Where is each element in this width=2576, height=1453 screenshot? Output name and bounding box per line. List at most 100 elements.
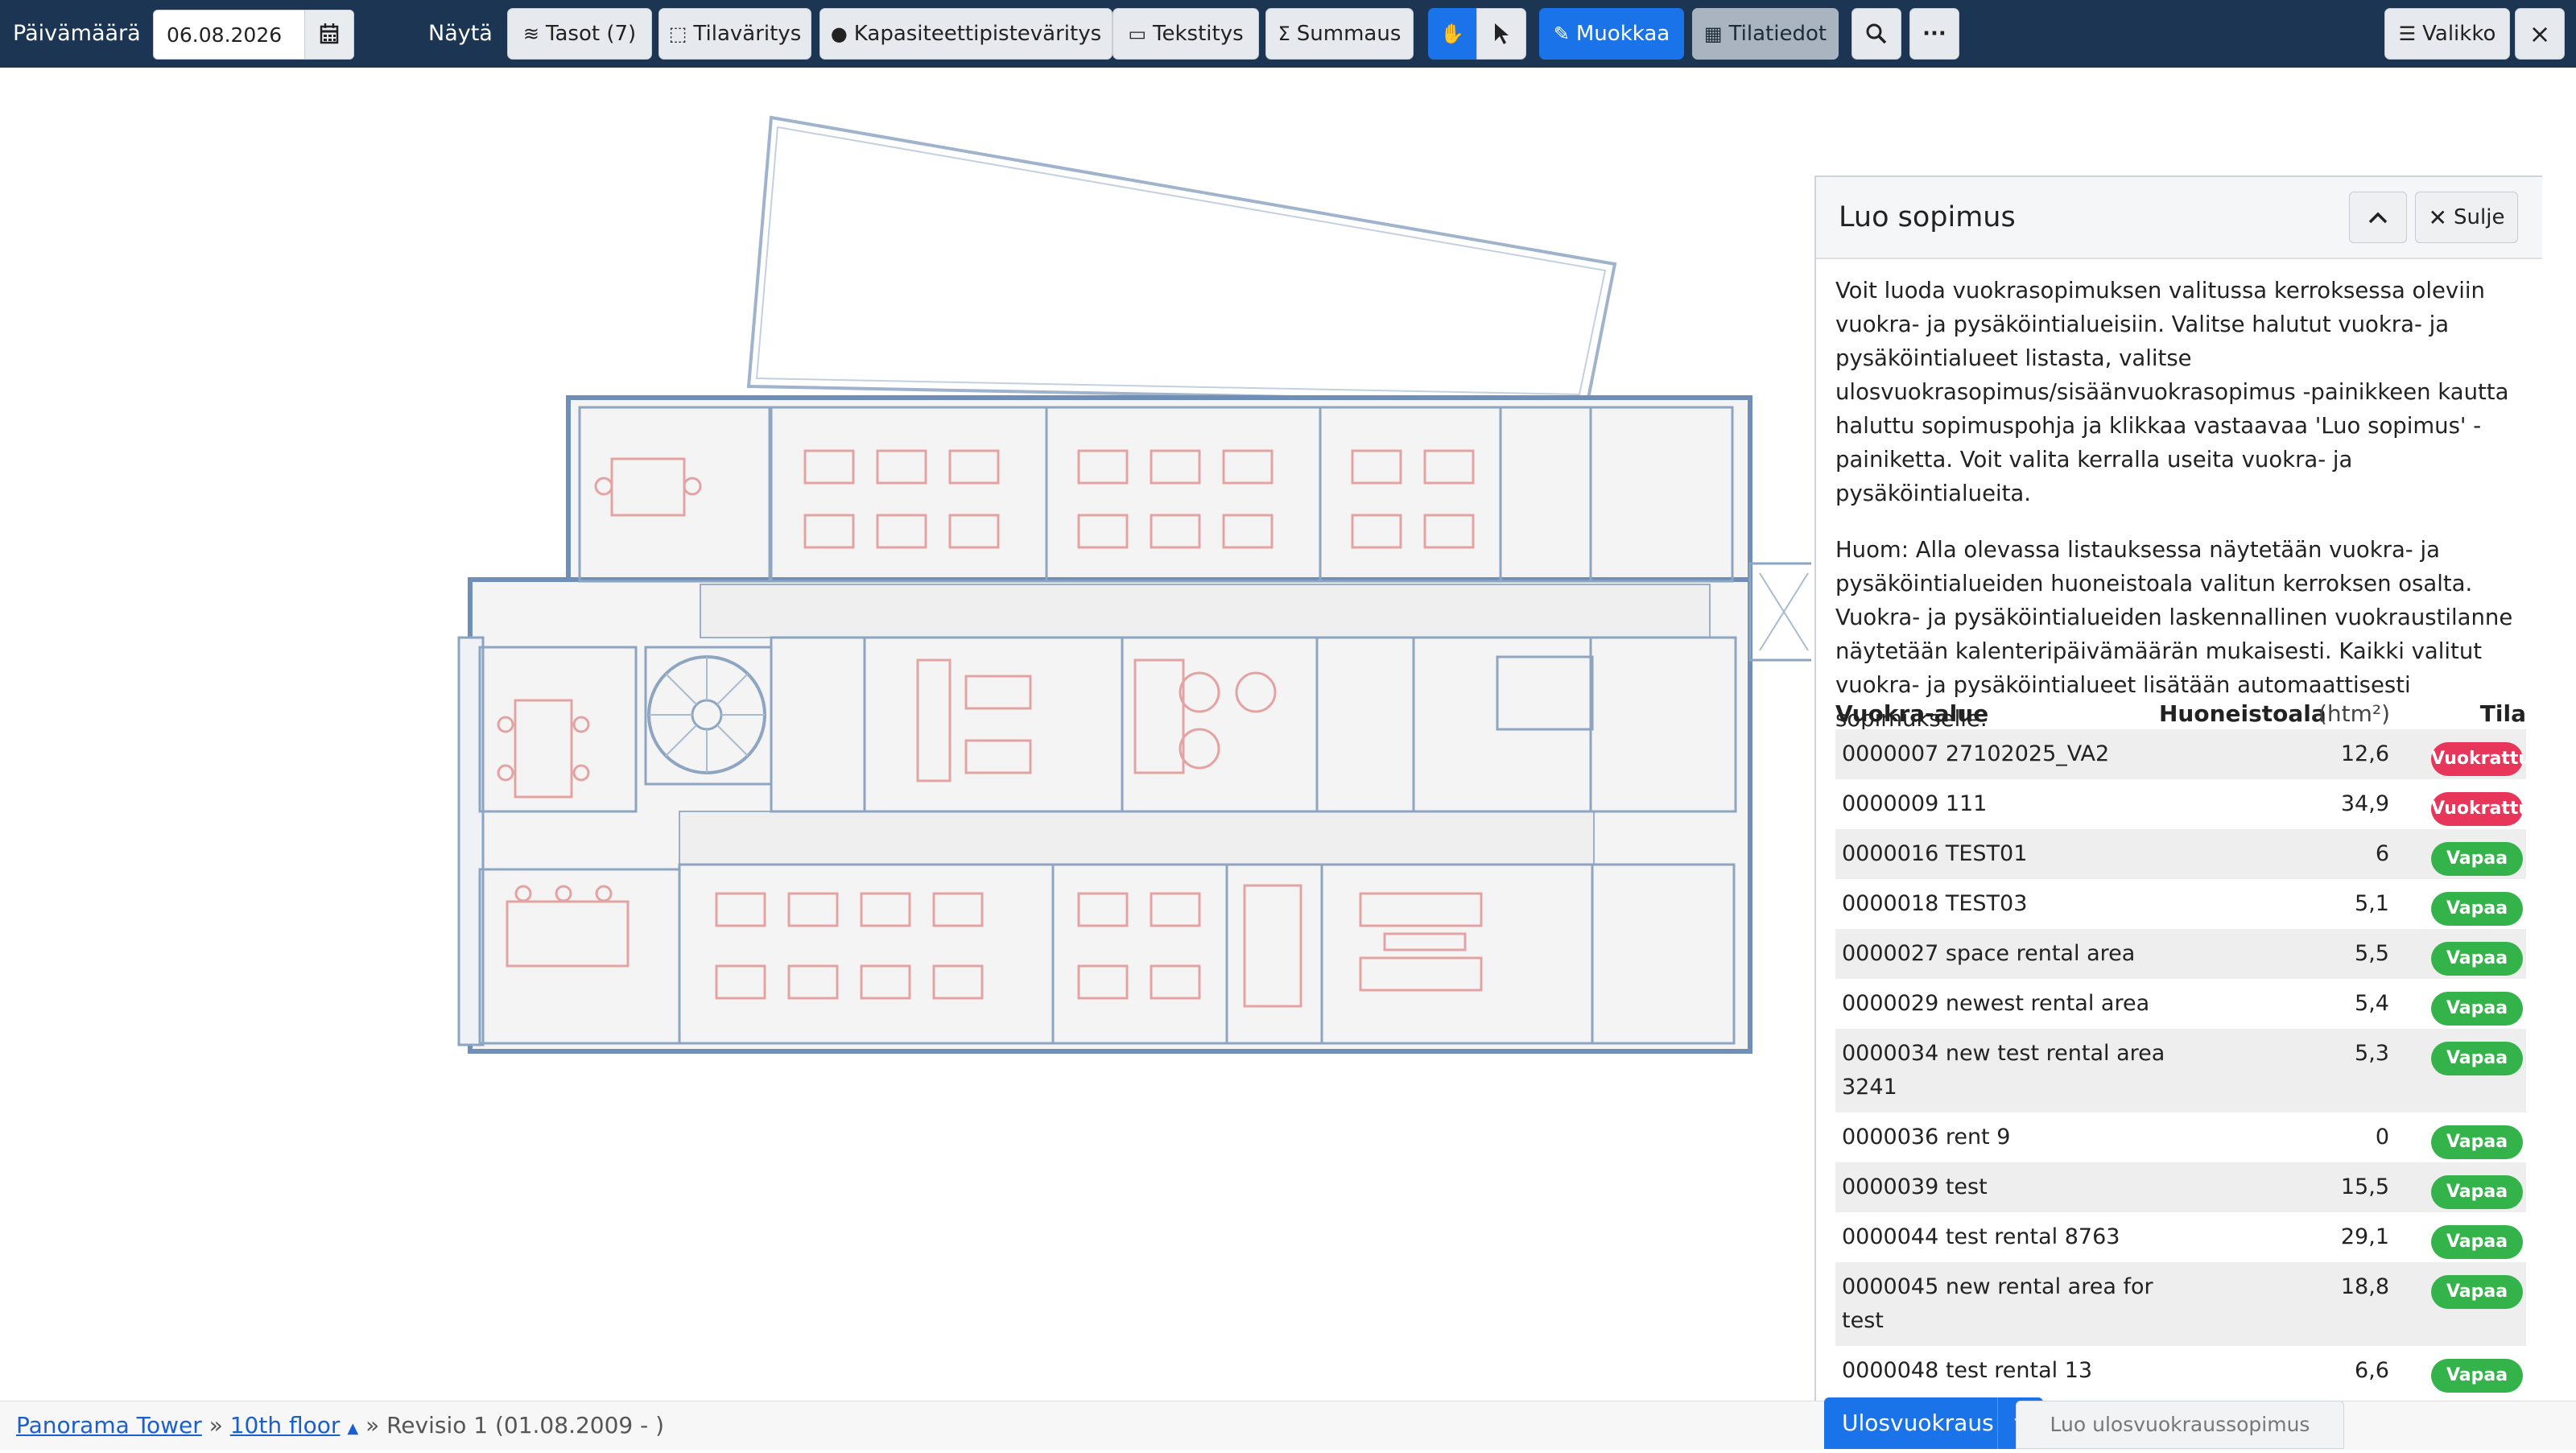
row-area-size: 5,4 (2355, 991, 2389, 1016)
caret-up-icon[interactable]: ▲ (347, 1420, 358, 1437)
status-badge: Vapaa (2431, 1359, 2523, 1393)
table-row[interactable]: 0000007 27102025_VA2 12,6 Vuokrattu (1835, 729, 2531, 779)
chevron-up-icon (2368, 212, 2388, 224)
row-area-name: 0000034 new test rental area 3241 (1842, 1041, 2165, 1100)
labeling-button[interactable]: ▭ Tekstitys (1113, 8, 1259, 60)
space-coloring-button[interactable]: ⬚ Tilaväritys (658, 8, 811, 60)
labeling-label: Tekstitys (1153, 22, 1244, 46)
table-row[interactable]: 0000029 newest rental area 5,4 Vapaa (1835, 979, 2526, 1029)
create-lease-out-label: Luo ulosvuokraussopimus (2050, 1413, 2310, 1436)
circle-icon: ● (830, 23, 848, 45)
table-row[interactable]: 0000036 rent 9 0 Vapaa (1835, 1112, 2526, 1162)
terrace-outline (746, 115, 1617, 405)
table-header: Vuokra-alue Huoneistoala (htm²) Tila (1835, 694, 2526, 734)
pencil-icon: ✎ (1553, 23, 1570, 45)
close-panel-button[interactable]: ✕ Sulje (2415, 192, 2518, 243)
table-row[interactable]: 0000016 TEST01 6 Vapaa (1835, 829, 2526, 879)
breadcrumb-revision: » Revisio 1 (01.08.2009 - ) (365, 1412, 665, 1439)
col-size: Huoneistoala (2159, 700, 2326, 727)
row-area-name: 0000027 space rental area (1842, 941, 2136, 966)
table-row[interactable]: 0000027 space rental area 5,5 Vapaa (1835, 929, 2526, 979)
panel-title: Luo sopimus (1839, 201, 2016, 233)
right-annex (1748, 562, 1811, 662)
hamburger-icon: ☰ (2398, 23, 2417, 45)
status-badge: Vapaa (2431, 992, 2523, 1026)
row-area-size: 5,1 (2355, 891, 2389, 916)
edit-button[interactable]: ✎ Muokkaa (1539, 8, 1684, 60)
row-area-name: 0000016 TEST01 (1842, 841, 2028, 866)
search-button[interactable] (1852, 8, 1901, 60)
row-area-name: 0000009 111 (1842, 791, 1988, 816)
date-value: 06.08.2026 (167, 23, 283, 47)
close-app-button[interactable]: × (2515, 8, 2565, 60)
status-badge: Vuokrattu (2431, 792, 2531, 826)
table-row[interactable]: 0000048 test rental 13 6,6 Vapaa (1835, 1346, 2526, 1396)
collapse-panel-button[interactable] (2349, 192, 2407, 243)
close-x-icon: ✕ (2428, 204, 2448, 231)
breadcrumb-building-link[interactable]: Panorama Tower (16, 1412, 202, 1439)
row-area-name: 0000048 test rental 13 (1842, 1358, 2093, 1383)
row-area-name: 0000044 test rental 8763 (1842, 1224, 2120, 1249)
table-row[interactable]: 0000044 test rental 8763 29,1 Vapaa (1835, 1212, 2526, 1262)
table-row[interactable]: 0000009 111 34,9 Vuokrattu (1835, 779, 2531, 829)
date-label: Päivämäärä (13, 21, 141, 46)
capacity-coloring-label: Kapasiteettipisteväritys (853, 22, 1102, 46)
layers-button[interactable]: ≋ Tasot (7) (507, 8, 652, 60)
space-coloring-label: Tilaväritys (693, 22, 802, 46)
table-row[interactable]: 0000018 TEST03 5,1 Vapaa (1835, 879, 2526, 929)
row-area-size: 18,8 (2340, 1274, 2389, 1299)
breadcrumb-floor-link[interactable]: 10th floor (230, 1412, 341, 1439)
status-badge: Vapaa (2431, 892, 2523, 926)
hand-icon: ✋ (1440, 23, 1464, 45)
row-area-name: 0000007 27102025_VA2 (1842, 741, 2110, 766)
floor-plan[interactable] (0, 68, 1811, 1404)
calendar-button[interactable] (304, 10, 353, 59)
table-icon: ▦ (1703, 23, 1723, 45)
close-icon: × (2529, 19, 2551, 49)
row-area-size: 6 (2375, 841, 2389, 866)
create-contract-panel: Luo sopimus ✕ Sulje Voit luoda vuokrasop… (1814, 175, 2542, 1449)
menu-button[interactable]: ☰ Valikko (2384, 8, 2510, 60)
menu-label: Valikko (2422, 22, 2496, 46)
date-input[interactable]: 06.08.2026 (153, 10, 354, 60)
row-area-size: 12,6 (2340, 741, 2389, 766)
row-area-size: 5,3 (2355, 1041, 2389, 1066)
status-badge: Vapaa (2431, 1042, 2523, 1075)
status-badge: Vapaa (2431, 1275, 2523, 1309)
panel-intro-text: Voit luoda vuokrasopimuksen valitussa ke… (1835, 278, 2509, 506)
terrace-inner-outline (755, 126, 1607, 396)
more-button[interactable]: ··· (1909, 8, 1959, 60)
table-row[interactable]: 0000039 test 15,5 Vapaa (1835, 1162, 2526, 1212)
status-badge: Vuokrattu (2431, 742, 2531, 776)
lease-out-label: Ulosvuokraus (1842, 1410, 1994, 1436)
label-icon: ▭ (1128, 23, 1147, 45)
edit-label: Muokkaa (1575, 22, 1670, 46)
row-area-size: 15,5 (2340, 1174, 2389, 1199)
summary-label: Summaus (1296, 22, 1402, 46)
breadcrumb-separator: » (208, 1412, 223, 1439)
lease-out-dropdown-button[interactable]: Ulosvuokraus ▼ (1824, 1397, 2043, 1449)
col-area: Vuokra-alue (1835, 700, 1989, 727)
row-area-name: 0000036 rent 9 (1842, 1125, 2011, 1150)
space-info-button[interactable]: ▦ Tilatiedot (1692, 8, 1839, 60)
create-lease-out-button[interactable]: Luo ulosvuokraussopimus (2016, 1401, 2344, 1449)
table-row[interactable]: 0000034 new test rental area 3241 5,3 Vapa… (1835, 1029, 2526, 1112)
panel-description: Voit luoda vuokrasopimuksen valitussa ke… (1835, 274, 2520, 758)
status-badge: Vapaa (2431, 942, 2523, 976)
building-outer-wall (566, 395, 1752, 584)
row-area-size: 0 (2375, 1125, 2389, 1150)
summary-button[interactable]: Σ Summaus (1265, 8, 1414, 60)
select-tool-button[interactable] (1476, 8, 1526, 60)
pan-tool-button[interactable]: ✋ (1428, 8, 1476, 60)
layers-label: Tasot (7) (545, 22, 637, 46)
row-area-size: 5,5 (2355, 941, 2389, 966)
upper-corridor (700, 584, 1711, 638)
show-label: Näytä (428, 21, 493, 46)
pointer-icon (1495, 23, 1509, 44)
table-row[interactable]: 0000045 new rental area for test 18,8 Vapa… (1835, 1262, 2526, 1346)
lower-corridor (679, 811, 1595, 865)
capacity-coloring-button[interactable]: ● Kapasiteettipisteväritys (819, 8, 1113, 60)
row-area-name: 0000018 TEST03 (1842, 891, 2028, 916)
status-badge: Vapaa (2431, 842, 2523, 876)
dashed-square-icon: ⬚ (668, 23, 687, 45)
